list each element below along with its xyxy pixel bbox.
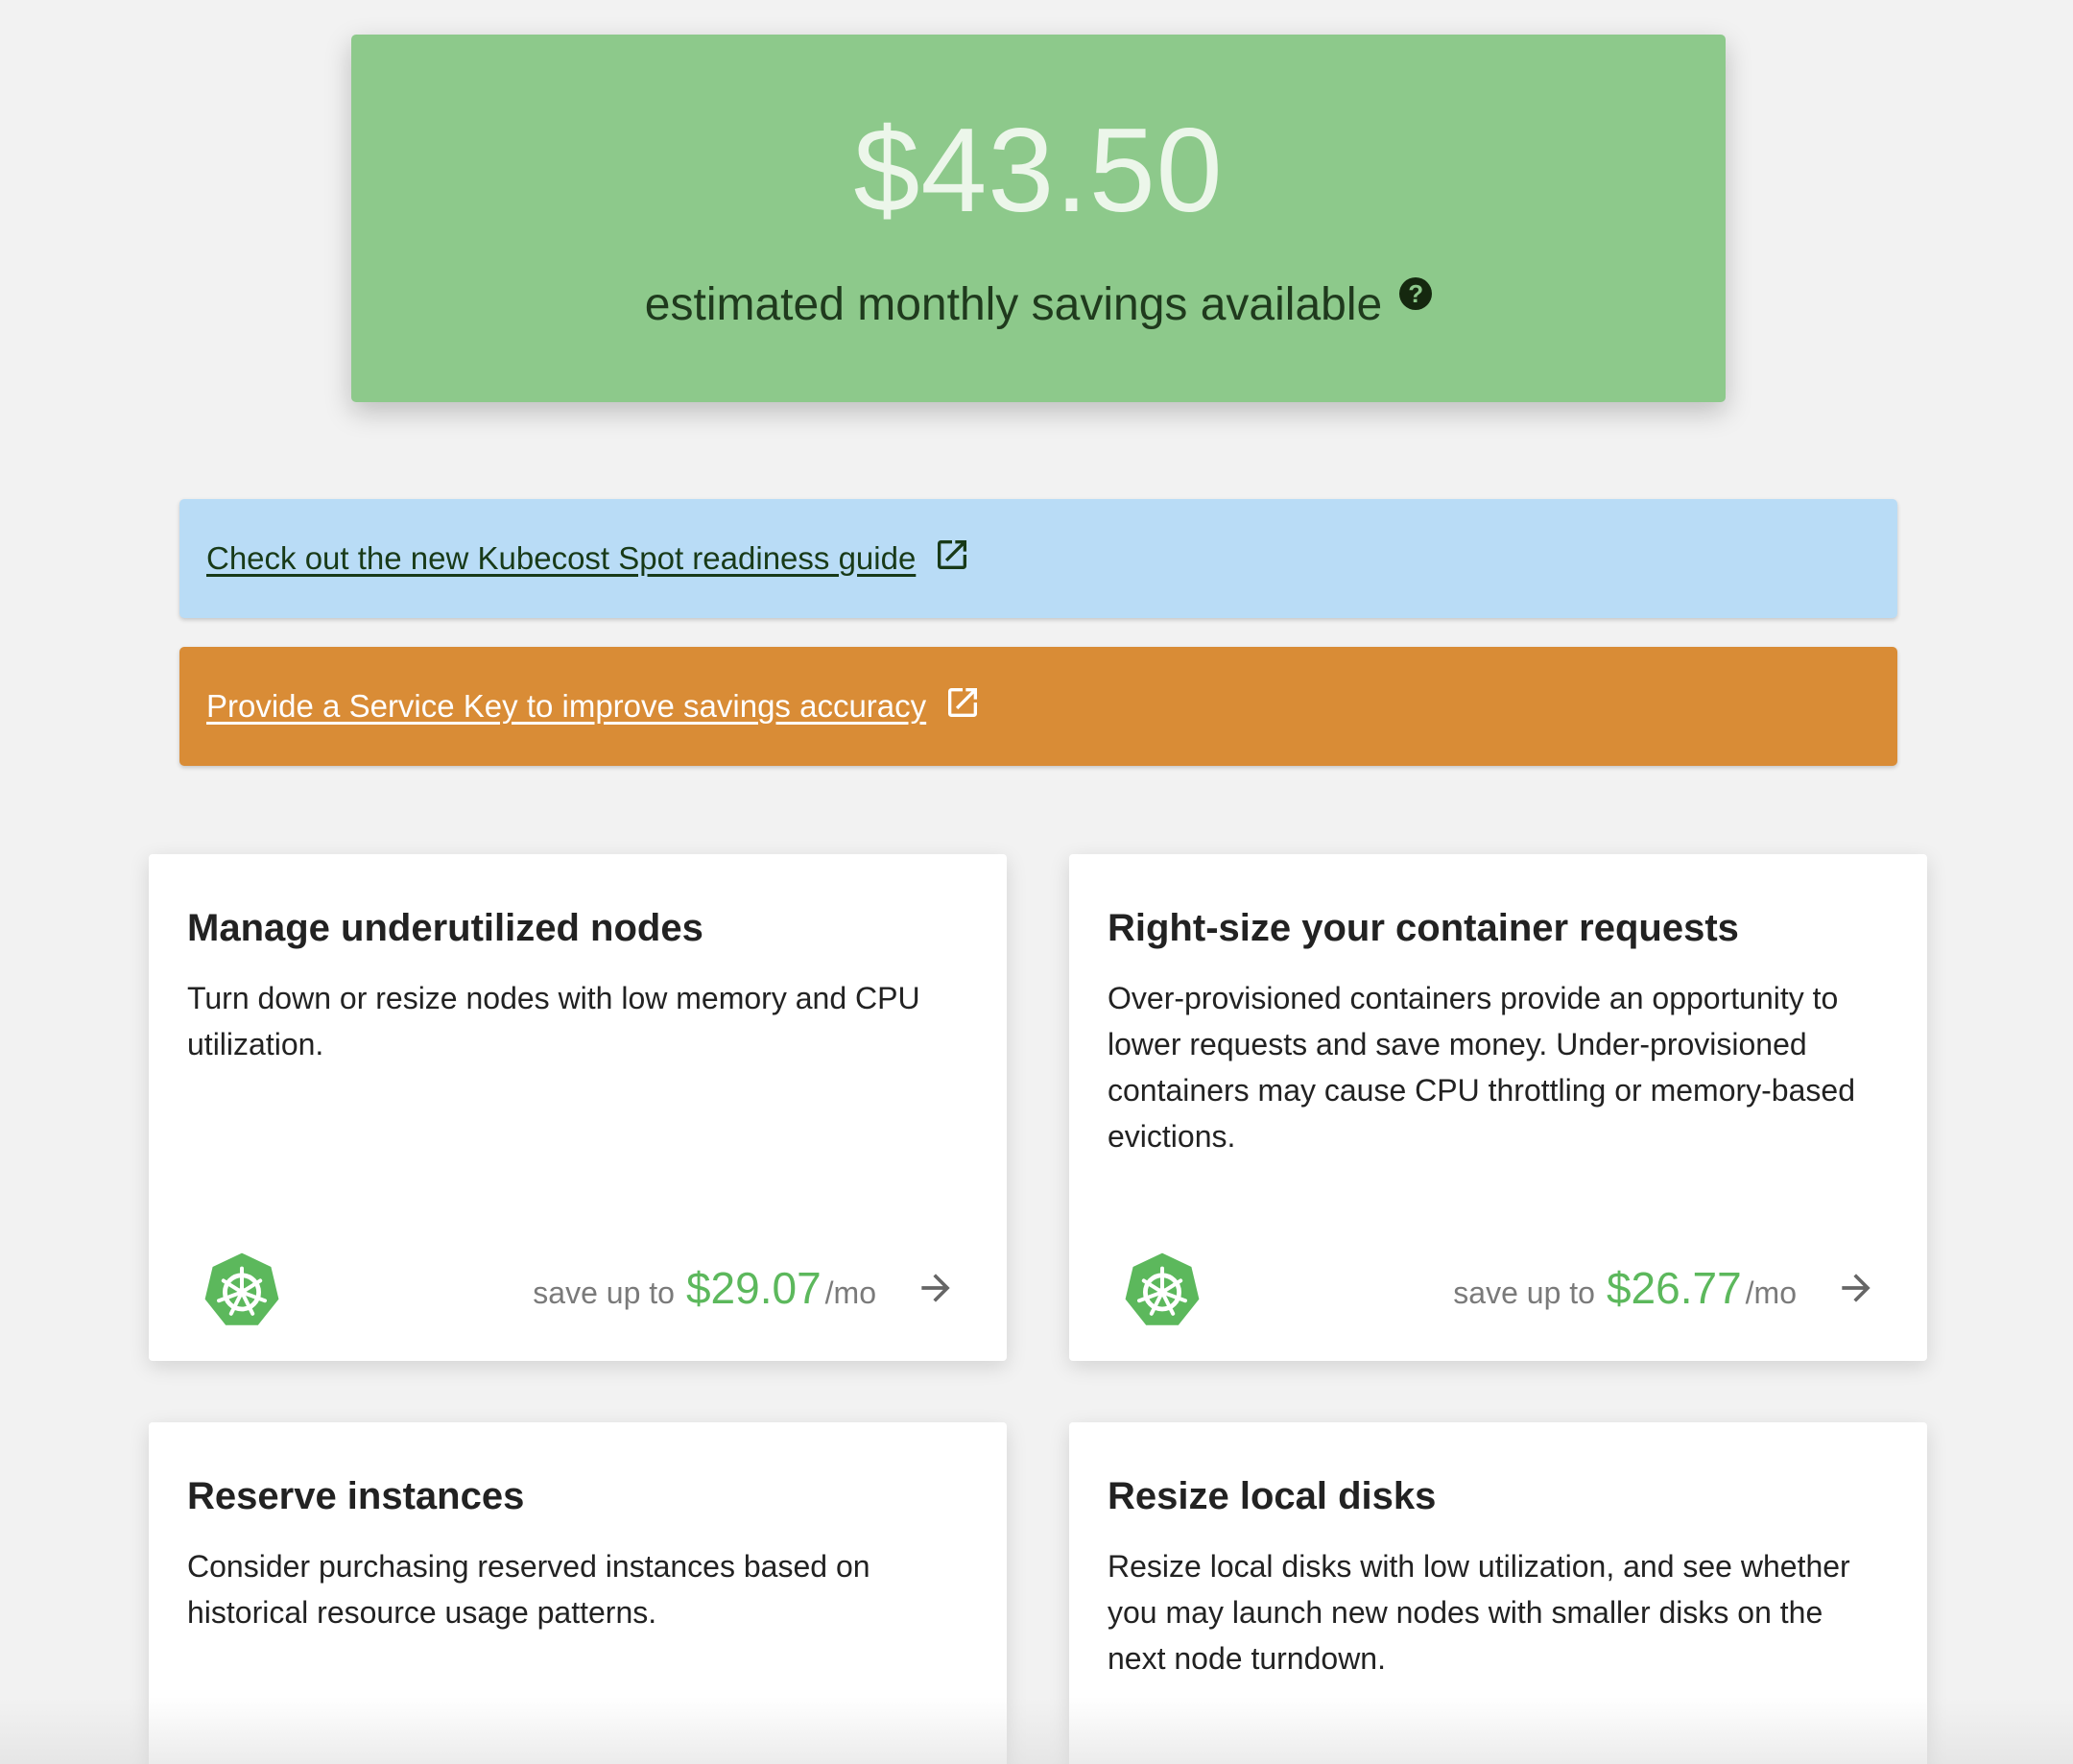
recommendation-card-right-size-containers[interactable]: Right-size your container requests Over-… <box>1069 854 1927 1361</box>
card-title: Right-size your container requests <box>1108 907 1739 949</box>
save-prefix: save up to <box>1453 1275 1595 1310</box>
savings-summary-panel: $43.50 estimated monthly savings availab… <box>351 35 1726 402</box>
kubernetes-icon <box>1125 1252 1200 1325</box>
service-key-banner: Provide a Service Key to improve savings… <box>179 647 1897 766</box>
savings-estimate: save up to $26.77/mo <box>1453 1259 1797 1328</box>
card-footer: save up to $26.77/mo <box>1069 1217 1927 1361</box>
card-title: Manage underutilized nodes <box>187 907 703 949</box>
spot-readiness-guide-link[interactable]: Check out the new Kubecost Spot readines… <box>206 540 916 577</box>
savings-page: $43.50 estimated monthly savings availab… <box>0 0 2073 1764</box>
arrow-right-icon[interactable] <box>915 1267 957 1309</box>
save-unit: /mo <box>824 1275 876 1310</box>
card-description: Consider purchasing reserved instances b… <box>187 1549 870 1630</box>
recommendation-card-reserve-instances[interactable]: Reserve instances Consider purchasing re… <box>149 1422 1007 1764</box>
card-description: Over-provisioned containers provide an o… <box>1108 981 1855 1154</box>
external-link-icon[interactable] <box>943 683 982 722</box>
card-title: Resize local disks <box>1108 1475 1437 1517</box>
card-description: Turn down or resize nodes with low memor… <box>187 981 920 1061</box>
save-amount: $29.07 <box>685 1263 822 1313</box>
service-key-link[interactable]: Provide a Service Key to improve savings… <box>206 688 926 725</box>
card-title: Reserve instances <box>187 1475 525 1517</box>
card-footer: save up to $29.07/mo <box>149 1217 1007 1361</box>
recommendation-card-underutilized-nodes[interactable]: Manage underutilized nodes Turn down or … <box>149 854 1007 1361</box>
kubernetes-icon <box>204 1252 279 1325</box>
card-description: Resize local disks with low utilization,… <box>1108 1549 1850 1676</box>
total-savings-amount: $43.50 <box>853 105 1224 237</box>
save-unit: /mo <box>1745 1275 1797 1310</box>
save-prefix: save up to <box>533 1275 675 1310</box>
savings-caption-row: estimated monthly savings available? <box>351 276 1726 334</box>
save-amount: $26.77 <box>1606 1263 1742 1313</box>
recommendation-card-resize-local-disks[interactable]: Resize local disks Resize local disks wi… <box>1069 1422 1927 1764</box>
savings-estimate: save up to $29.07/mo <box>533 1259 876 1328</box>
external-link-icon[interactable] <box>933 536 971 574</box>
question-circle-icon[interactable]: ? <box>1399 277 1433 310</box>
arrow-right-icon[interactable] <box>1835 1267 1877 1309</box>
spot-readiness-banner: Check out the new Kubecost Spot readines… <box>179 499 1897 618</box>
savings-caption: estimated monthly savings available <box>644 279 1383 330</box>
